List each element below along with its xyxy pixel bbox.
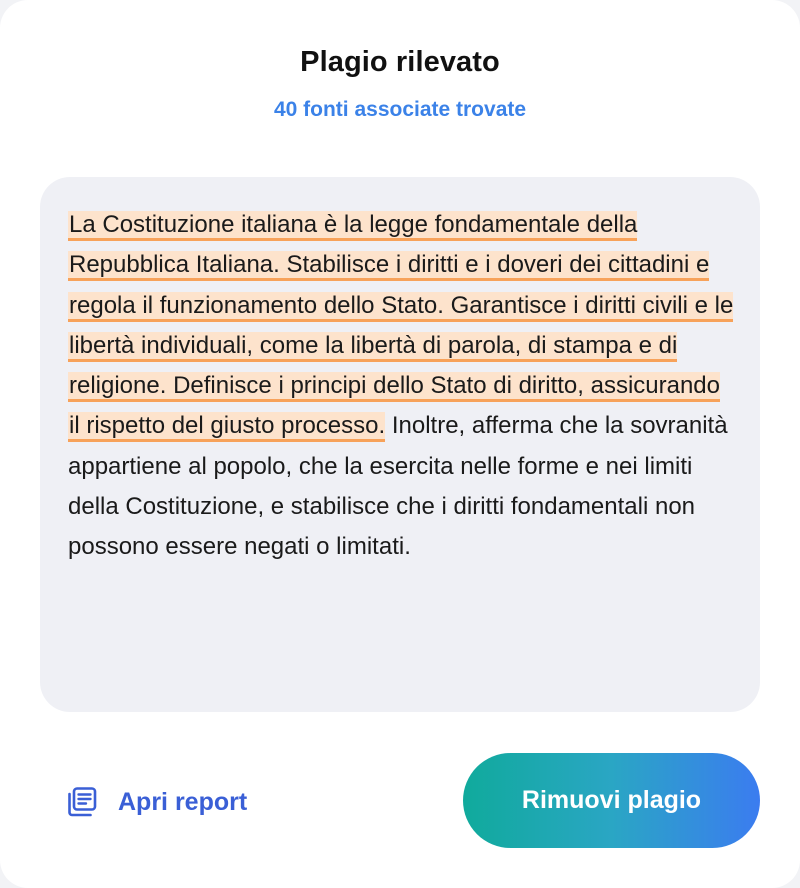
analyzed-text-box: La Costituzione italiana è la legge fond…: [40, 177, 760, 712]
remove-plagiarism-button[interactable]: Rimuovi plagio: [463, 753, 760, 848]
open-report-label: Apri report: [118, 787, 248, 816]
card-title: Plagio rilevato: [300, 46, 500, 78]
plagiarized-passage[interactable]: La Costituzione italiana è la legge fond…: [68, 211, 734, 443]
open-report-button[interactable]: Apri report: [66, 782, 247, 822]
plagiarism-card: Plagio rilevato 40 fonti associate trova…: [0, 0, 800, 888]
document-list-icon: [66, 786, 98, 818]
analyzed-text: La Costituzione italiana è la legge fond…: [68, 205, 734, 568]
matched-sources-count[interactable]: 40 fonti associate trovate: [0, 98, 800, 122]
